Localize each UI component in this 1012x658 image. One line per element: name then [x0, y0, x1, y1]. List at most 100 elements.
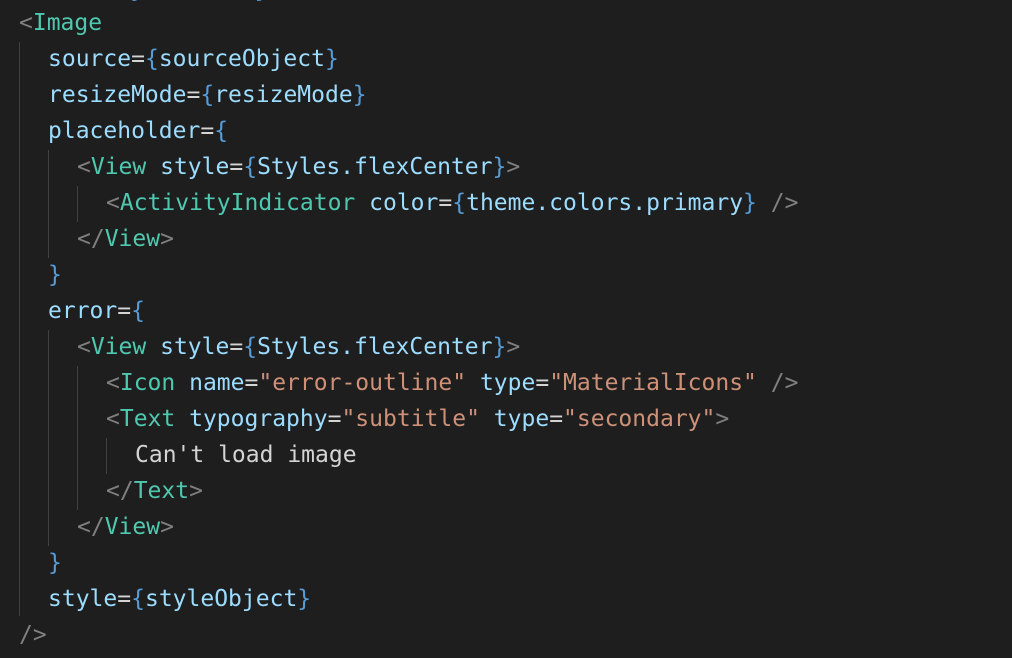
code-token: >	[160, 514, 174, 540]
code-token: Icon	[119, 370, 176, 396]
code-token: />	[19, 622, 47, 648]
code-token: }	[297, 586, 312, 612]
code-token: </	[77, 514, 105, 540]
indent-guide	[48, 330, 49, 546]
code-token: =	[117, 298, 132, 324]
code-token: "error-outline"	[258, 370, 467, 396]
code-line: <Image	[19, 5, 102, 41]
code-token: typography	[189, 406, 328, 432]
code-line: <View style={Styles.flexCenter}>	[77, 149, 520, 185]
code-token: {	[243, 154, 258, 180]
code-token: sourceObject	[158, 46, 325, 72]
code-token: }	[352, 82, 367, 108]
code-token: />	[770, 190, 799, 216]
code-token: <	[77, 154, 91, 180]
code-token: =	[131, 46, 145, 72]
code-line: }	[48, 257, 62, 293]
indent-guide	[48, 150, 49, 258]
code-token: >	[506, 334, 521, 360]
code-token: Styles.flexCenter	[257, 334, 493, 360]
code-token: =	[327, 406, 342, 432]
code-token: <	[19, 10, 33, 36]
code-token: type	[479, 370, 536, 396]
code-token: ActivityIndicator	[119, 190, 356, 216]
code-line: </View>	[77, 221, 174, 257]
code-token: =	[229, 154, 244, 180]
code-line: source={sourceObject}	[48, 41, 339, 77]
code-token: </	[77, 226, 105, 252]
code-token: }	[743, 190, 757, 216]
code-token: theme.colors.primary	[466, 190, 744, 216]
code-token: }	[48, 550, 62, 576]
code-token: =	[229, 334, 244, 360]
code-token: Text	[133, 478, 190, 504]
code-token: <	[106, 370, 120, 396]
code-token: {	[131, 586, 145, 612]
code-token: =	[186, 82, 201, 108]
code-token: =	[244, 370, 259, 396]
code-line: <Icon name="error-outline" type="Materia…	[106, 365, 798, 401]
code-line: </View>	[77, 509, 174, 545]
code-line: </Text>	[106, 473, 203, 509]
code-token: =	[535, 370, 550, 396]
code-line: error={	[48, 293, 145, 329]
code-token: styleObject	[144, 586, 298, 612]
code-token: View	[104, 514, 161, 540]
code-token: <	[77, 334, 91, 360]
code-token: resizeMode	[48, 82, 187, 108]
code-token: }	[48, 262, 62, 288]
code-token: />	[770, 370, 799, 396]
code-token: color	[369, 190, 439, 216]
code-line: style={styleObject}	[48, 581, 311, 617]
code-token: Styles.flexCenter	[257, 154, 493, 180]
code-token: error	[48, 298, 118, 324]
code-line: }	[48, 545, 62, 581]
code-token: source	[48, 46, 132, 72]
code-token: =	[117, 586, 132, 612]
indent-guide	[77, 366, 78, 510]
code-token: {	[144, 46, 159, 72]
code-token: =	[438, 190, 453, 216]
indent-guide	[77, 186, 78, 222]
code-token: style	[160, 334, 230, 360]
code-line: resizeMode={resizeMode}	[48, 77, 367, 113]
code-token: "secondary"	[563, 406, 716, 432]
indent-guide	[19, 42, 20, 616]
code-token: {	[200, 82, 215, 108]
code-token: type	[493, 406, 550, 432]
code-token: Image	[32, 10, 103, 36]
code-token: placeholder	[48, 118, 201, 144]
code-token: =	[549, 406, 564, 432]
code-token: View	[90, 154, 147, 180]
code-token: </	[106, 478, 134, 504]
code-token: >	[715, 406, 730, 432]
code-token: {	[243, 334, 258, 360]
code-token: name	[189, 370, 245, 396]
code-token: =	[200, 118, 215, 144]
code-token: style	[160, 154, 230, 180]
code-token: "subtitle"	[341, 406, 480, 432]
code-token: {	[214, 118, 229, 144]
code-token: <	[106, 406, 120, 432]
code-token: >	[160, 226, 174, 252]
code-token: View	[104, 226, 161, 252]
code-line: <View style={Styles.flexCenter}>	[77, 329, 520, 365]
code-token: {	[452, 190, 467, 216]
code-token: {	[131, 298, 145, 324]
code-token: }	[324, 46, 339, 72]
code-editor[interactable]: } } <Imagesource={sourceObject}resizeMod…	[0, 0, 1012, 658]
code-line: placeholder={	[48, 113, 228, 149]
code-token: Text	[119, 406, 176, 432]
indent-guide	[106, 438, 107, 474]
code-token: }	[492, 334, 507, 360]
code-token: resizeMode	[214, 82, 353, 108]
code-token: View	[90, 334, 147, 360]
